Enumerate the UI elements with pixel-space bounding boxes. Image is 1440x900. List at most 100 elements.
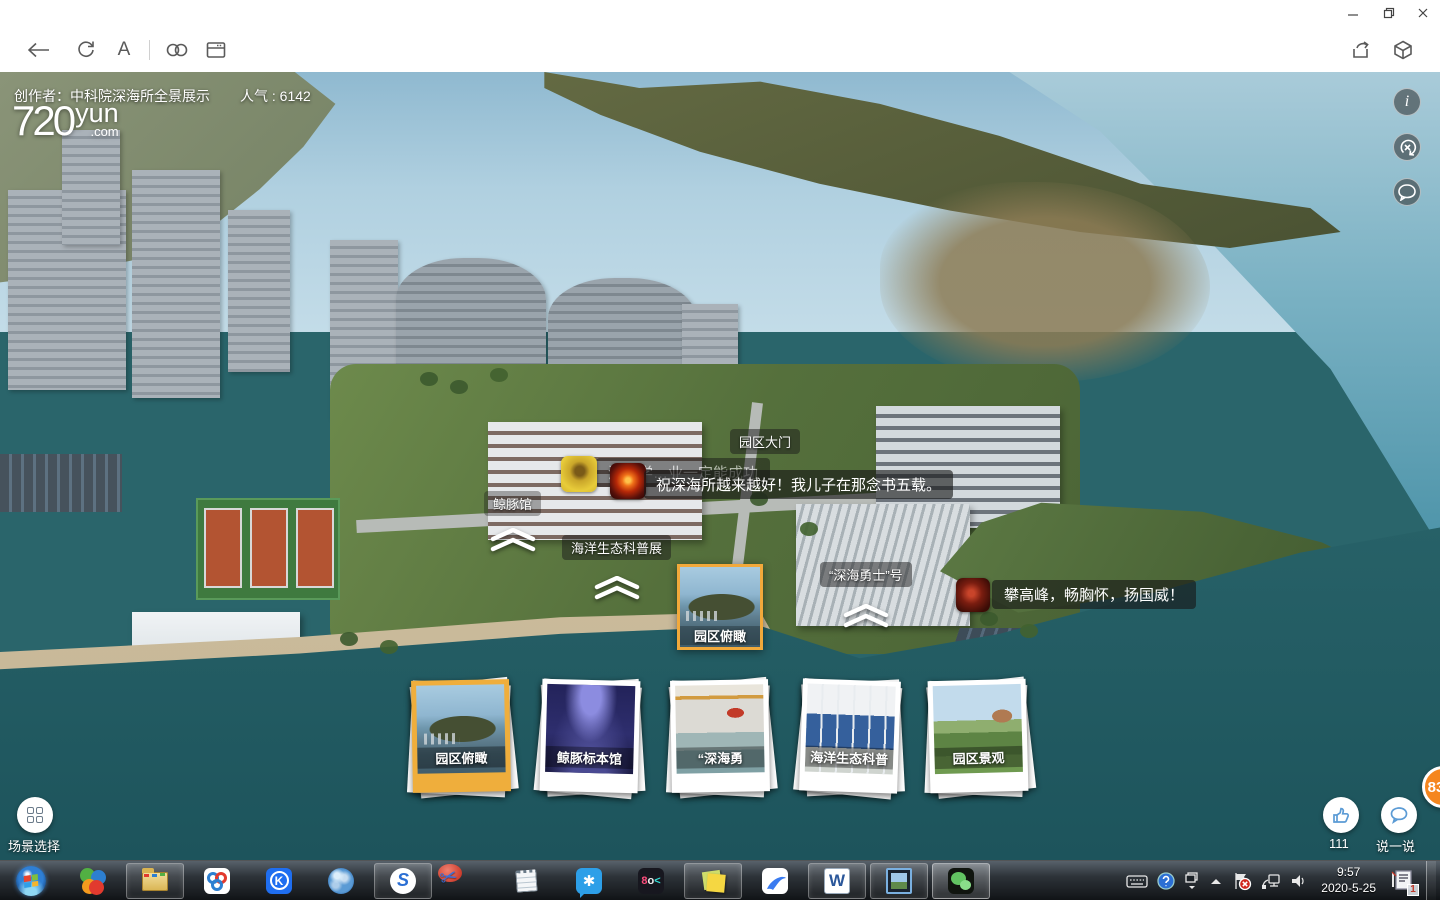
carousel-label: 鲸豚标本馆 bbox=[545, 746, 634, 769]
browser-toolbar: A bbox=[0, 28, 1440, 72]
keyboard-icon[interactable] bbox=[1126, 874, 1148, 888]
star-chat-icon: ✱ bbox=[575, 867, 603, 895]
show-desktop-button[interactable] bbox=[1426, 861, 1436, 900]
circles-app-icon bbox=[203, 867, 231, 895]
taskbar: K S ✂ ✱ 8o< W bbox=[0, 860, 1440, 900]
refresh-button[interactable] bbox=[73, 37, 99, 63]
share-button[interactable] bbox=[1348, 37, 1374, 63]
network-icon[interactable] bbox=[1261, 872, 1281, 890]
text-size-button[interactable]: A bbox=[111, 37, 137, 63]
carousel-photo: 园区景观 bbox=[933, 684, 1023, 774]
overview-label: 园区俯瞰 bbox=[680, 626, 760, 645]
window-titlebar bbox=[0, 0, 1440, 28]
scissors-icon: ✂ bbox=[436, 863, 464, 891]
sticky-notes-icon bbox=[699, 867, 727, 895]
taskbar-k-app[interactable]: K bbox=[250, 863, 308, 899]
carousel-item-park-view[interactable]: 园区景观 bbox=[928, 679, 1029, 794]
taskbar-wechat[interactable] bbox=[932, 863, 990, 899]
logo-yun: yun bbox=[75, 100, 119, 127]
chevron-hotspot[interactable] bbox=[843, 604, 889, 628]
taskbar-pinwheel-app[interactable] bbox=[64, 863, 122, 899]
save-window-button[interactable] bbox=[203, 37, 229, 63]
carousel-item-overview[interactable]: 园区俯瞰 bbox=[411, 679, 511, 793]
comments-button[interactable] bbox=[1393, 178, 1421, 206]
scene-trees bbox=[420, 372, 438, 386]
scene-solar-panels-left bbox=[0, 454, 122, 512]
scene-sports-courts bbox=[196, 498, 340, 600]
carousel-item-deep-sea-warrior[interactable]: “深海勇 bbox=[670, 679, 770, 793]
carousel-photo: “深海勇 bbox=[675, 684, 765, 774]
show-hidden-icons[interactable] bbox=[1209, 876, 1223, 886]
volume-icon[interactable] bbox=[1290, 873, 1306, 889]
popularity-label: 人气 : 6142 bbox=[240, 88, 311, 104]
tray-clock[interactable]: 9:57 2020-5-25 bbox=[1315, 865, 1382, 896]
logo-720: 720 bbox=[12, 100, 73, 142]
danmaku-avatar-bird bbox=[561, 456, 597, 492]
restore-button[interactable] bbox=[1372, 0, 1406, 26]
thumbs-up-icon bbox=[1331, 805, 1351, 825]
taskbar-star-chat-app[interactable]: ✱ bbox=[560, 863, 618, 899]
like-count: 111 bbox=[1329, 836, 1349, 851]
say-something-button[interactable] bbox=[1381, 797, 1417, 833]
wechat-icon bbox=[947, 867, 975, 895]
taskbar-sogou-browser[interactable]: S bbox=[374, 863, 432, 899]
carousel-item-ocean-eco[interactable]: 海洋生态科普 bbox=[799, 678, 901, 793]
bird-icon bbox=[761, 867, 789, 895]
carousel-photo: 园区俯瞰 bbox=[416, 684, 506, 774]
danmaku-avatar-right bbox=[956, 578, 990, 612]
start-button[interactable] bbox=[2, 863, 60, 899]
like-button[interactable] bbox=[1323, 797, 1359, 833]
taskbar-media-app[interactable]: 8o< bbox=[622, 863, 680, 899]
scene-select-label: 场景选择 bbox=[8, 836, 60, 855]
taskbar-thunder-download[interactable] bbox=[746, 863, 804, 899]
chevron-hotspot[interactable] bbox=[594, 576, 640, 600]
hotspot-whale-hall[interactable]: 鲸豚馆 bbox=[484, 491, 541, 516]
link-button[interactable] bbox=[164, 37, 190, 63]
carousel-item-whale-museum[interactable]: 鲸豚标本馆 bbox=[540, 679, 641, 794]
letter-a-icon: A bbox=[118, 39, 131, 61]
panorama-viewport: 创作者：中科院深海所全景展示人气 : 6142 720 yun.com i 园区… bbox=[0, 72, 1440, 860]
info-icon: i bbox=[1405, 93, 1409, 111]
taskbar-circles-app[interactable] bbox=[188, 863, 246, 899]
toolbar-separator bbox=[149, 40, 150, 60]
speech-bubble-icon bbox=[1397, 183, 1417, 201]
tray-notes-icon[interactable]: 1 bbox=[1391, 868, 1417, 894]
taskbar-file-explorer[interactable] bbox=[126, 863, 184, 899]
logo-com: .com bbox=[90, 125, 118, 138]
hotspot-warrior[interactable]: “深海勇士”号 bbox=[820, 562, 912, 587]
carousel-photo: 海洋生态科普 bbox=[805, 683, 896, 774]
speech-bubble-icon bbox=[1389, 806, 1409, 824]
help-tray-icon[interactable] bbox=[1157, 872, 1175, 890]
hotspot-gate[interactable]: 园区大门 bbox=[730, 429, 800, 454]
carousel-label: 海洋生态科普 bbox=[805, 745, 894, 769]
language-bar-icon[interactable] bbox=[1184, 871, 1200, 891]
taskbar-image-viewer[interactable] bbox=[870, 863, 928, 899]
windows-start-icon bbox=[16, 866, 46, 896]
scene-tower bbox=[132, 170, 220, 398]
pinwheel-icon bbox=[79, 867, 107, 895]
scene-select-button[interactable] bbox=[17, 797, 53, 833]
gyroscope-button[interactable] bbox=[1393, 133, 1421, 161]
scene-tower bbox=[62, 130, 120, 245]
desktop: A bbox=[0, 0, 1440, 900]
taskbar-notepad[interactable] bbox=[498, 863, 556, 899]
taskbar-word[interactable]: W bbox=[808, 863, 866, 899]
site-logo[interactable]: 720 yun.com bbox=[12, 100, 119, 142]
gyroscope-off-icon bbox=[1397, 137, 1417, 157]
taskbar-globe-browser[interactable] bbox=[312, 863, 370, 899]
info-button[interactable]: i bbox=[1393, 88, 1421, 116]
hotspot-overview-thumbnail[interactable]: 园区俯瞰 bbox=[677, 564, 763, 650]
taskbar-sticky-notes[interactable] bbox=[684, 863, 742, 899]
notepad-icon bbox=[513, 867, 541, 895]
taskbar-screenshot-tool[interactable]: ✂ bbox=[436, 863, 494, 899]
grid-icon bbox=[27, 807, 43, 823]
cube-button[interactable] bbox=[1390, 37, 1416, 63]
carousel-label: 园区景观 bbox=[934, 746, 1023, 769]
close-button[interactable] bbox=[1406, 0, 1440, 26]
hotspot-eco-expo[interactable]: 海洋生态科普展 bbox=[562, 535, 671, 560]
back-button[interactable] bbox=[26, 37, 52, 63]
chevron-hotspot[interactable] bbox=[490, 528, 536, 552]
minimize-button[interactable] bbox=[1336, 0, 1370, 26]
action-center-flag-icon[interactable] bbox=[1232, 871, 1252, 891]
folder-icon bbox=[141, 867, 169, 895]
